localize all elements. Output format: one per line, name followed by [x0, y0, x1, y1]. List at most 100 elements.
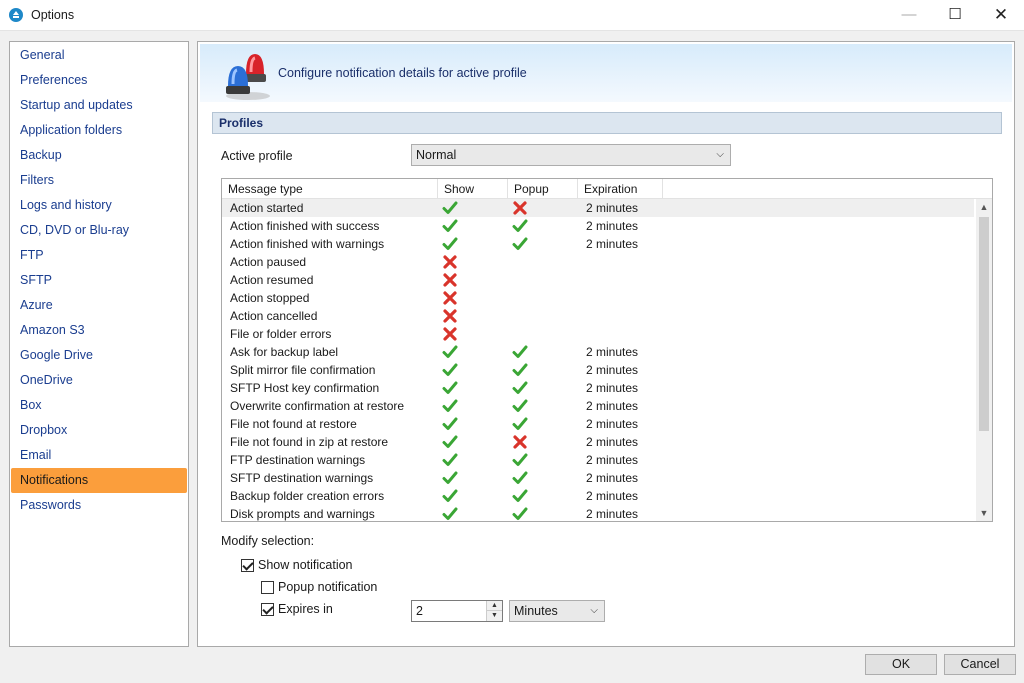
table-row[interactable]: Split mirror file confirmation 2 minutes — [222, 361, 974, 379]
message-type-cell: Action paused — [230, 255, 307, 269]
table-row[interactable]: Action resumed — [222, 271, 974, 289]
sidebar-item-cd-dvd-or-blu-ray[interactable]: CD, DVD or Blu-ray — [11, 218, 187, 243]
sidebar-item-preferences[interactable]: Preferences — [11, 68, 187, 93]
message-type-cell: Action stopped — [230, 291, 310, 305]
check-icon — [442, 362, 458, 378]
table-row[interactable]: SFTP destination warnings 2 minutes — [222, 469, 974, 487]
message-type-cell: Backup folder creation errors — [230, 489, 385, 503]
cross-icon — [512, 200, 528, 216]
column-header-popup[interactable]: Popup — [508, 179, 578, 199]
sidebar-item-box[interactable]: Box — [11, 393, 187, 418]
window-title: Options — [31, 8, 75, 22]
sidebar-item-sftp[interactable]: SFTP — [11, 268, 187, 293]
close-icon[interactable]: ✕ — [978, 0, 1024, 31]
table-row[interactable]: Action stopped — [222, 289, 974, 307]
scrollbar-thumb[interactable] — [979, 217, 989, 431]
expires-in-label[interactable]: Expires in — [278, 602, 333, 616]
table-row[interactable]: File or folder errors — [222, 325, 974, 343]
stepper-down-icon[interactable]: ▼ — [487, 611, 502, 621]
check-icon — [512, 398, 528, 414]
sidebar-item-dropbox[interactable]: Dropbox — [11, 418, 187, 443]
minimize-icon[interactable]: — — [886, 0, 932, 31]
scroll-up-icon[interactable]: ▲ — [976, 199, 992, 215]
table-header: Message type Show Popup Expiration — [222, 179, 992, 199]
table-row[interactable]: Action finished with warnings 2 minutes — [222, 235, 974, 253]
message-type-cell: File not found in zip at restore — [230, 435, 389, 449]
sidebar-item-notifications[interactable]: Notifications — [11, 468, 187, 493]
column-header-show[interactable]: Show — [438, 179, 508, 199]
table-row[interactable]: Overwrite confirmation at restore 2 minut… — [222, 397, 974, 415]
table-row[interactable]: Action cancelled — [222, 307, 974, 325]
check-icon — [442, 434, 458, 450]
table-row[interactable]: File not found in zip at restore 2 minute… — [222, 433, 974, 451]
active-profile-select[interactable]: Normal ⌵ — [411, 144, 731, 166]
message-type-cell: Action finished with success — [230, 219, 380, 233]
expiration-cell: 2 minutes — [586, 417, 639, 431]
banner-text: Configure notification details for activ… — [278, 66, 527, 80]
sidebar-item-azure[interactable]: Azure — [11, 293, 187, 318]
sidebar-item-filters[interactable]: Filters — [11, 168, 187, 193]
expiration-unit-value: Minutes — [514, 604, 558, 618]
table-row[interactable]: Disk prompts and warnings 2 minutes — [222, 505, 974, 521]
expiration-unit-select[interactable]: Minutes ⌵ — [509, 600, 605, 622]
table-scrollbar[interactable]: ▲ ▼ — [976, 199, 992, 521]
sidebar-item-backup[interactable]: Backup — [11, 143, 187, 168]
column-header-message-type[interactable]: Message type — [222, 179, 438, 199]
popup-notification-checkbox[interactable] — [261, 581, 274, 594]
column-header-expiration[interactable]: Expiration — [578, 179, 663, 199]
check-icon — [512, 362, 528, 378]
table-row[interactable]: Action started 2 minutes — [222, 199, 974, 217]
expires-in-checkbox[interactable] — [261, 603, 274, 616]
stepper-up-icon[interactable]: ▲ — [487, 601, 502, 611]
table-row[interactable]: Action paused — [222, 253, 974, 271]
expiration-cell: 2 minutes — [586, 201, 639, 215]
table-row[interactable]: File not found at restore 2 minutes — [222, 415, 974, 433]
message-type-cell: Ask for backup label — [230, 345, 339, 359]
banner: Configure notification details for activ… — [200, 44, 1012, 102]
expiration-cell: 2 minutes — [586, 381, 639, 395]
check-icon — [442, 488, 458, 504]
chevron-down-icon: ⌵ — [716, 149, 724, 160]
expires-in-stepper[interactable]: 2 ▲ ▼ — [411, 600, 503, 622]
expiration-cell: 2 minutes — [586, 363, 639, 377]
show-notification-label[interactable]: Show notification — [258, 558, 353, 572]
popup-notification-label[interactable]: Popup notification — [278, 580, 377, 594]
maximize-icon[interactable]: ☐ — [932, 0, 978, 31]
notification-table[interactable]: Message type Show Popup Expiration Actio… — [221, 178, 993, 522]
message-type-cell: Action resumed — [230, 273, 314, 287]
sidebar-item-ftp[interactable]: FTP — [11, 243, 187, 268]
table-row[interactable]: Ask for backup label 2 minutes — [222, 343, 974, 361]
stepper-buttons: ▲ ▼ — [486, 601, 502, 621]
notifications-panel: Configure notification details for activ… — [197, 41, 1015, 647]
expiration-cell: 2 minutes — [586, 471, 639, 485]
sidebar-item-email[interactable]: Email — [11, 443, 187, 468]
check-icon — [512, 344, 528, 360]
table-row[interactable]: Action finished with success 2 minutes — [222, 217, 974, 235]
active-profile-label: Active profile — [221, 149, 293, 163]
options-sidebar: General Preferences Startup and updates App… — [9, 41, 189, 647]
sidebar-item-startup-and-updates[interactable]: Startup and updates — [11, 93, 187, 118]
sidebar-item-amazon-s3[interactable]: Amazon S3 — [11, 318, 187, 343]
scroll-down-icon[interactable]: ▼ — [976, 505, 992, 521]
cross-icon — [442, 254, 458, 270]
expiration-cell: 2 minutes — [586, 345, 639, 359]
chevron-down-icon: ⌵ — [590, 605, 598, 616]
check-icon — [442, 218, 458, 234]
sidebar-item-general[interactable]: General — [11, 43, 187, 68]
table-row[interactable]: FTP destination warnings 2 minutes — [222, 451, 974, 469]
sidebar-item-passwords[interactable]: Passwords — [11, 493, 187, 518]
sidebar-item-logs-and-history[interactable]: Logs and history — [11, 193, 187, 218]
modify-selection-label: Modify selection: — [221, 534, 315, 548]
sidebar-item-application-folders[interactable]: Application folders — [11, 118, 187, 143]
expiration-cell: 2 minutes — [586, 507, 639, 521]
ok-button[interactable]: OK — [865, 654, 937, 675]
show-notification-checkbox[interactable] — [241, 559, 254, 572]
sidebar-item-google-drive[interactable]: Google Drive — [11, 343, 187, 368]
check-icon — [442, 380, 458, 396]
cancel-button[interactable]: Cancel — [944, 654, 1016, 675]
sidebar-item-onedrive[interactable]: OneDrive — [11, 368, 187, 393]
table-row[interactable]: SFTP Host key confirmation 2 minutes — [222, 379, 974, 397]
table-row[interactable]: Backup folder creation errors 2 minutes — [222, 487, 974, 505]
expires-in-value[interactable]: 2 — [416, 604, 423, 618]
cross-icon — [442, 326, 458, 342]
